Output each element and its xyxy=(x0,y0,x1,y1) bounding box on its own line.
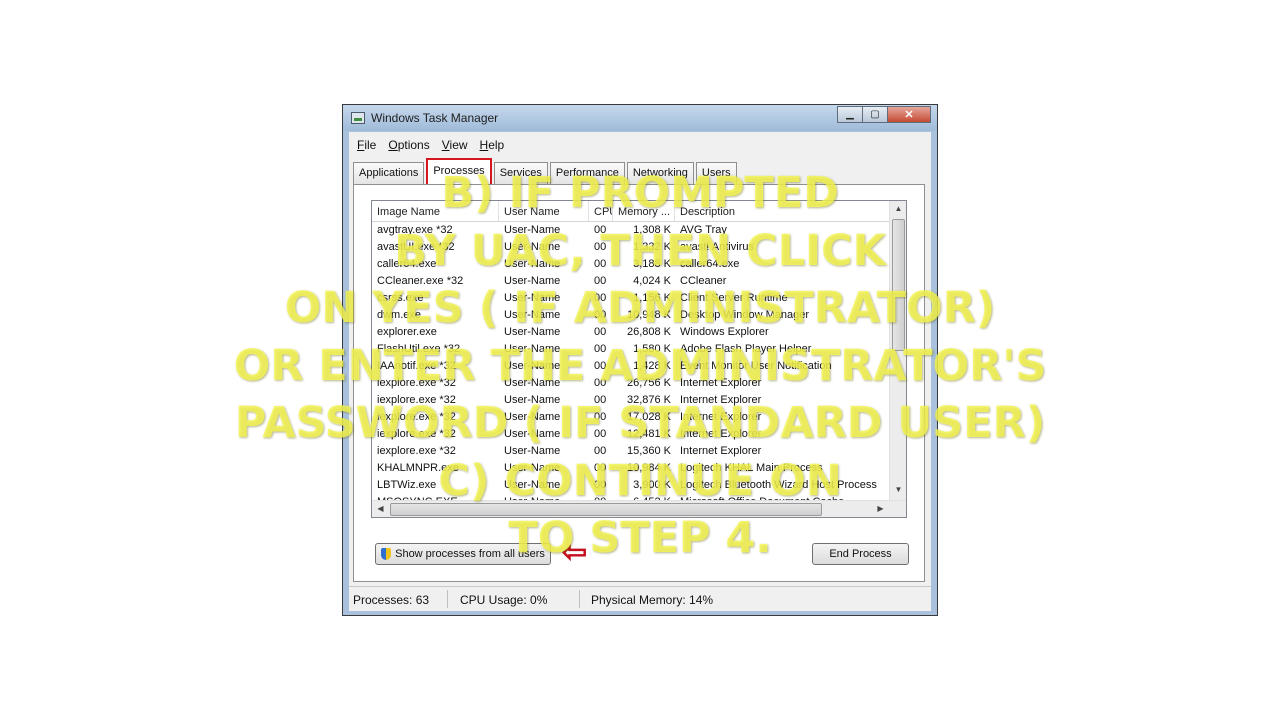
minimize-button[interactable]: ▁ xyxy=(837,106,863,123)
window-controls: ▁ ▢ ✕ xyxy=(837,106,931,124)
menu-accelerator: H xyxy=(479,138,489,152)
status-divider xyxy=(447,590,448,608)
menu-accelerator: O xyxy=(388,138,398,152)
instruction-line: TO STEP 4. xyxy=(508,513,772,563)
instruction-line: PASSWORD ( IF STANDARD USER) xyxy=(234,398,1046,448)
instruction-overlay: B) IF PROMPTED BY UAC, THEN CLICK ON YES (… xyxy=(0,165,1280,568)
status-cpu: CPU Usage: 0% xyxy=(460,593,548,607)
instruction-line: BY UAC, THEN CLICK xyxy=(394,225,886,276)
status-bar: Processes: 63 CPU Usage: 0% Physical Mem… xyxy=(349,586,931,611)
menu-item-options[interactable]: Options xyxy=(380,132,433,154)
menu-label: elp xyxy=(488,138,505,152)
instruction-line: OR ENTER THE ADMINISTRATOR'S xyxy=(233,340,1047,391)
title-bar[interactable]: Windows Task Manager ▁ ▢ ✕ xyxy=(343,105,937,131)
status-processes: Processes: 63 xyxy=(353,593,430,607)
menu-item-view[interactable]: View xyxy=(434,132,472,154)
menu-label: iew xyxy=(449,138,468,152)
window-title: Windows Task Manager xyxy=(371,111,499,125)
task-manager-icon xyxy=(351,112,365,124)
maximize-button[interactable]: ▢ xyxy=(862,106,888,123)
menu-accelerator: V xyxy=(441,138,450,152)
instruction-line: ON YES ( IF ADMINISTRATOR) xyxy=(284,283,996,333)
menu-label: ptions xyxy=(397,138,430,152)
instruction-line: C) CONTINUE ON xyxy=(438,455,842,506)
status-memory: Physical Memory: 14% xyxy=(591,593,714,607)
menu-bar: File Options View Help xyxy=(349,132,931,154)
menu-item-file[interactable]: File xyxy=(349,132,380,154)
menu-item-help[interactable]: Help xyxy=(472,132,509,154)
close-button[interactable]: ✕ xyxy=(887,106,931,123)
menu-label: ile xyxy=(364,138,377,152)
instruction-line: B) IF PROMPTED xyxy=(441,168,839,218)
status-divider xyxy=(579,590,580,608)
